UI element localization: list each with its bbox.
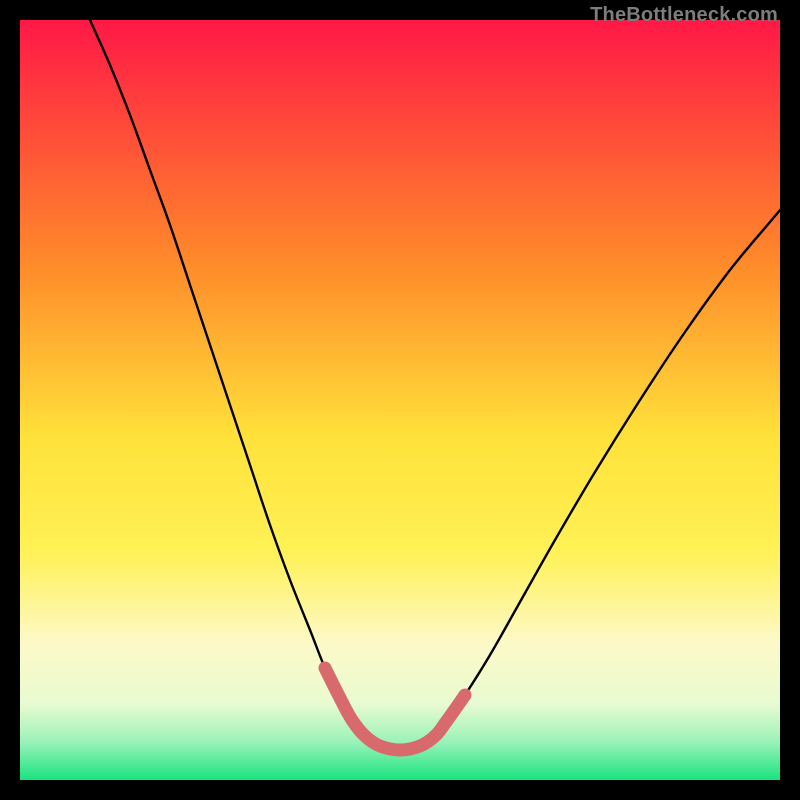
curve-pink-overlay [325, 668, 465, 750]
plot-area [20, 20, 780, 780]
curve-left-branch [90, 20, 352, 720]
curve-right-branch [446, 210, 780, 722]
curve-layer [20, 20, 780, 780]
watermark-text: TheBottleneck.com [590, 4, 778, 27]
chart-stage: TheBottleneck.com [0, 0, 800, 800]
